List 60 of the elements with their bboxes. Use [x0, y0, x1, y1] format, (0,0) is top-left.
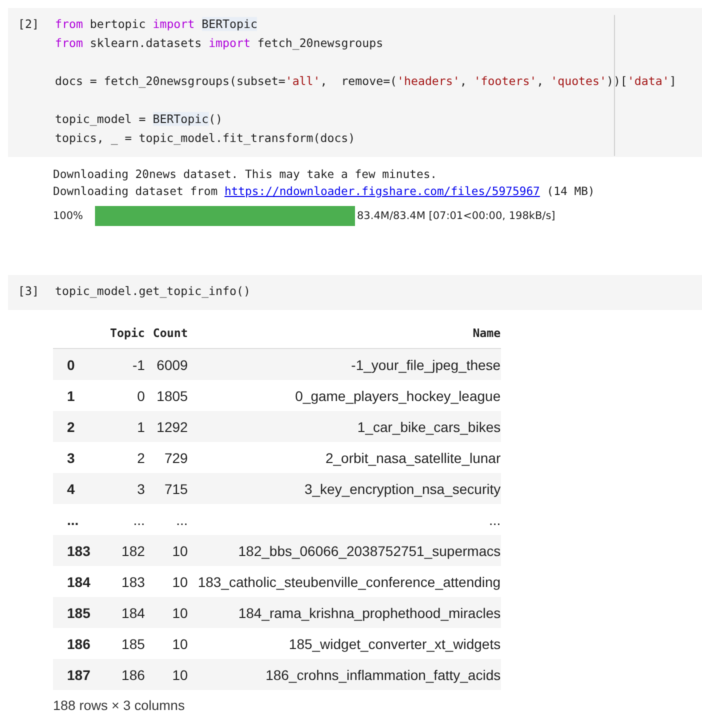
table-cell: 729 [144, 442, 188, 473]
table-cell: 6009 [144, 348, 188, 380]
table-cell: 182_bbs_06066_2038752751_supermacs [188, 535, 501, 566]
table-cell: 2 [102, 442, 145, 473]
table-cell: 1 [102, 411, 145, 442]
cell-prompt: [2] [17, 16, 40, 33]
table-cell: 2_orbit_nasa_satellite_lunar [188, 442, 501, 473]
output-text: Downloading 20news dataset. This may take a few minutes. [53, 166, 438, 183]
table-cell: 0_game_players_hockey_league [188, 380, 501, 411]
table-cell: 185_widget_converter_xt_widgets [188, 628, 501, 659]
row-index: 1 [53, 380, 102, 411]
table-cell: 182 [102, 535, 145, 566]
code-cell[interactable] [8, 8, 702, 157]
table-cell: 183 [102, 566, 145, 597]
table-cell: 183_catholic_steubenville_conference_attending [188, 566, 501, 597]
table-cell: 10 [144, 628, 188, 659]
table-cell: 10 [144, 659, 188, 690]
download-link[interactable]: https://ndownloader.figshare.com/files/5975967 [224, 184, 540, 198]
code-line: topics, _ = topic_model.fit_transform(docs) [55, 130, 356, 147]
row-index: 183 [53, 535, 102, 566]
table-cell: 3 [102, 473, 145, 504]
table-cell: 10 [144, 566, 188, 597]
code-line: from bertopic import BERTopic [55, 16, 258, 33]
row-index: 3 [53, 442, 102, 473]
cell-prompt: [3] [17, 283, 40, 300]
table-cell: 1292 [144, 411, 188, 442]
table-cell: 186 [102, 659, 145, 690]
table-cell: 184_rama_krishna_prophethood_miracles [188, 597, 501, 628]
table-cell: 186_crohns_inflammation_fatty_acids [188, 659, 501, 690]
table-cell: 3_key_encryption_nsa_security [188, 473, 501, 504]
row-index: 184 [53, 566, 102, 597]
table-cell: -1 [102, 348, 145, 380]
table-cell: 0 [102, 380, 145, 411]
code-cell[interactable]: [3] topic_model.get_topic_info() [8, 275, 702, 310]
code-line: topic_model = BERTopic() [55, 111, 223, 128]
table-cell: ... [144, 504, 188, 535]
table-cell: 10 [144, 535, 188, 566]
row-index: ... [53, 504, 102, 535]
table-cell: 185 [102, 628, 145, 659]
code-line: docs = fetch_20newsgroups(subset='all', remove=('headers', 'footers', 'quotes'))['data'] [55, 73, 676, 90]
table-cell: -1_your_file_jpeg_these [188, 348, 501, 380]
table-cell: 10 [144, 597, 188, 628]
row-index: 4 [53, 473, 102, 504]
table-cell: ... [102, 504, 145, 535]
row-index: 187 [53, 659, 102, 690]
code-line: from sklearn.datasets import fetch_20newsgroups [55, 35, 384, 52]
row-index: 186 [53, 628, 102, 659]
table-cell: 1_car_bike_cars_bikes [188, 411, 501, 442]
table-cell: 184 [102, 597, 145, 628]
row-index: 185 [53, 597, 102, 628]
progress-percent: 100% [53, 208, 84, 224]
table-cell: ... [188, 504, 501, 535]
table-cell: 1805 [144, 380, 188, 411]
row-index: 2 [53, 411, 102, 442]
table-footer: 188 rows × 3 columns [53, 698, 185, 713]
row-index: 0 [53, 348, 102, 380]
code-line: topic_model.get_topic_info() [55, 283, 250, 300]
output-text: Downloading dataset from https://ndownloader.figshare.com/files/5975967 (14 MB) [53, 183, 595, 200]
table-cell: 715 [144, 473, 188, 504]
progress-reading: 83.4M/83.4M [07:01<00:00, 198kB/s] [357, 208, 556, 224]
